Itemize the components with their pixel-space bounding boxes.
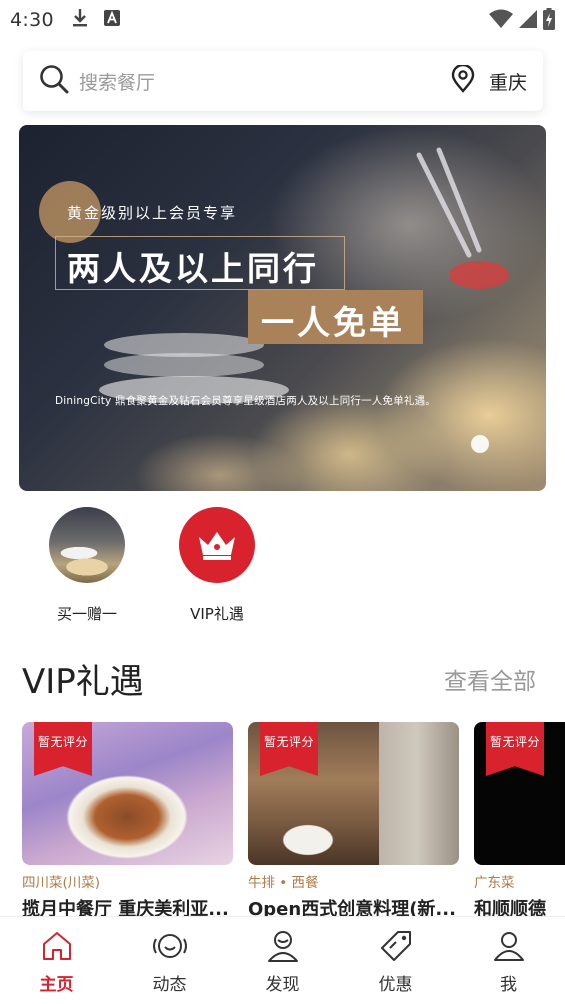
tab-label: 优惠 — [378, 975, 413, 995]
restaurant-image: 暂无评分 — [474, 722, 565, 865]
rating-ribbon: 暂无评分 — [486, 722, 544, 776]
font-a-icon — [103, 10, 120, 30]
rating-ribbon-label: 暂无评分 — [37, 735, 88, 749]
food-photo-icon — [49, 507, 125, 583]
rating-ribbon: 暂无评分 — [34, 722, 92, 776]
promo-banner[interactable]: 黄金级别以上会员专享 两人及以上同行 一人免单 DiningCity 鼎食聚黄金… — [19, 125, 546, 491]
restaurant-card[interactable]: 暂无评分 牛排 • 西餐 Open西式创意料理(新... — [248, 722, 459, 920]
quick-entry-label: 买一赠一 — [56, 605, 117, 623]
home-icon — [37, 926, 77, 966]
city-label: 重庆 — [488, 71, 527, 94]
tab-label: 我 — [500, 975, 517, 995]
restaurant-category: 牛排 • 西餐 — [248, 875, 319, 891]
quick-entry-vip[interactable]: VIP礼遇 — [162, 505, 272, 624]
banner-description: DiningCity 鼎食聚黄金及钻石会员尊享星级酒店两人及以上同行一人免单礼遇… — [55, 395, 437, 407]
status-right-icons — [489, 8, 555, 34]
location-pin-icon — [451, 63, 475, 97]
cell-signal-icon — [519, 9, 537, 33]
banner-subheadline: 一人免单 — [261, 303, 405, 342]
tab-profile[interactable]: 我 — [452, 917, 565, 1004]
status-time: 4:30 — [10, 9, 54, 31]
coupon-icon — [376, 926, 416, 966]
restaurant-card[interactable]: 暂无评分 四川菜(川菜) 揽月中餐厅 重庆美利亚... — [22, 722, 233, 920]
wifi-icon — [489, 9, 513, 33]
tab-home[interactable]: 主页 — [0, 917, 113, 1004]
tab-deals[interactable]: 优惠 — [339, 917, 452, 1004]
rating-ribbon: 暂无评分 — [260, 722, 318, 776]
download-icon — [72, 8, 88, 32]
rating-ribbon-label: 暂无评分 — [263, 735, 314, 749]
restaurant-card[interactable]: 暂无评分 广东菜 和顺顺德 — [474, 722, 565, 920]
search-input[interactable]: 搜索餐厅 — [79, 68, 451, 95]
discover-icon — [263, 926, 303, 966]
feed-icon — [150, 926, 190, 966]
banner-headline: 两人及以上同行 — [67, 249, 319, 288]
status-bar: 4:30 — [0, 0, 565, 40]
quick-entry-label: VIP礼遇 — [190, 605, 244, 623]
tab-feed[interactable]: 动态 — [113, 917, 226, 1004]
rating-ribbon-label: 暂无评分 — [489, 735, 540, 749]
status-left-icons — [72, 8, 120, 32]
carousel-indicator-dot[interactable] — [471, 435, 489, 453]
search-icon — [39, 64, 69, 98]
restaurant-category: 广东菜 — [474, 875, 515, 891]
battery-charging-icon — [543, 8, 555, 34]
tab-label: 发现 — [265, 975, 300, 995]
restaurant-category: 四川菜(川菜) — [22, 875, 101, 891]
quick-entries: 买一赠一 VIP礼遇 — [0, 505, 565, 630]
city-selector[interactable]: 重庆 — [451, 63, 527, 97]
view-all-link[interactable]: 查看全部 — [444, 662, 536, 696]
tongs-decor — [416, 147, 509, 289]
restaurant-image: 暂无评分 — [248, 722, 459, 865]
crown-icon — [179, 507, 255, 583]
quick-entry-bogo[interactable]: 买一赠一 — [32, 505, 142, 624]
tab-discover[interactable]: 发现 — [226, 917, 339, 1004]
restaurant-carousel[interactable]: 暂无评分 四川菜(川菜) 揽月中餐厅 重庆美利亚... 暂无评分 牛排 • 西餐… — [0, 722, 565, 920]
profile-icon — [489, 926, 529, 966]
section-title: VIP礼遇 — [22, 662, 144, 702]
tab-label: 主页 — [39, 975, 74, 995]
bottom-tab-bar: 主页 动态 发现 优惠 我 — [0, 916, 565, 1004]
restaurant-image: 暂无评分 — [22, 722, 233, 865]
search-bar[interactable]: 搜索餐厅 重庆 — [23, 51, 543, 111]
banner-tag: 黄金级别以上会员专享 — [67, 204, 238, 222]
tab-label: 动态 — [152, 975, 187, 995]
